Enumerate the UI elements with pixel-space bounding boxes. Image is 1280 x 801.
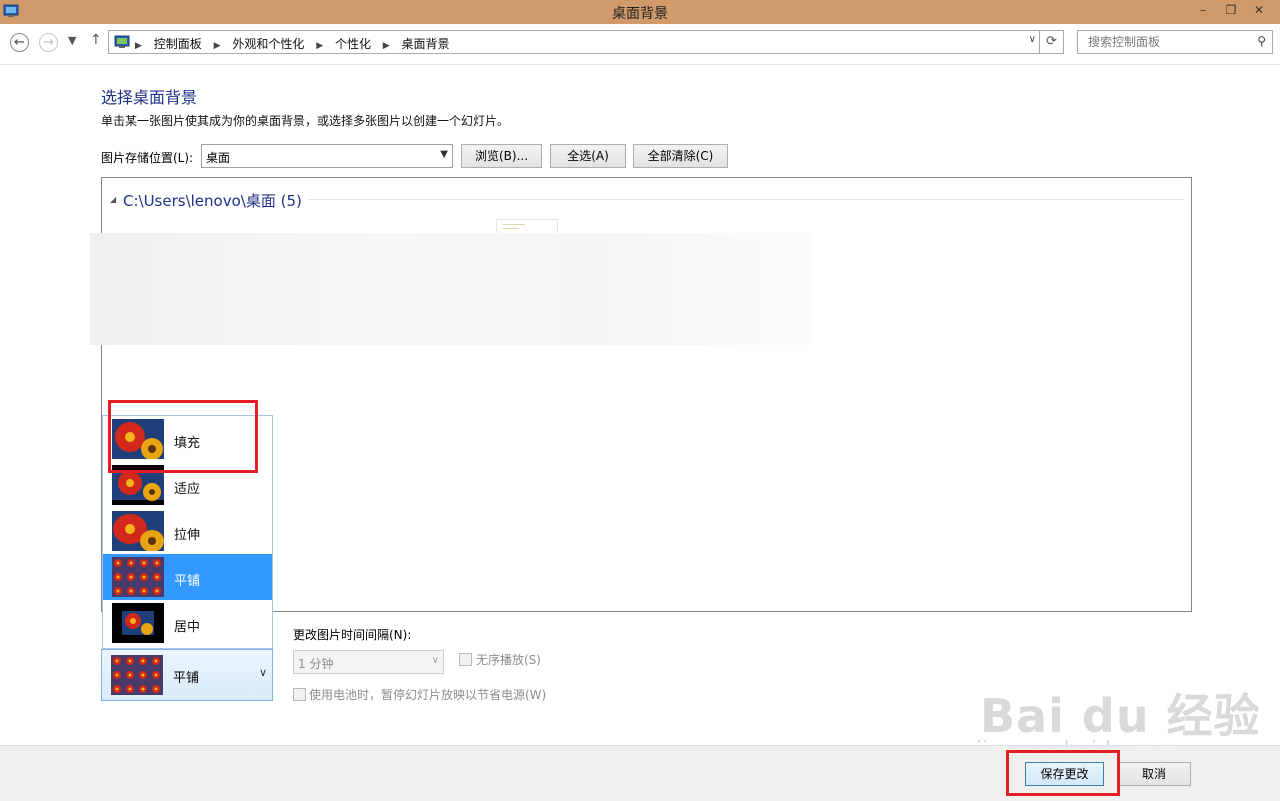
search-box[interactable]: ⚲ [1077,30,1273,54]
interval-label: 更改图片时间间隔(N): [293,628,412,642]
browse-button[interactable]: 浏览(B)... [461,144,542,168]
address-dropdown-chevron-icon[interactable]: ∨ [1029,34,1036,45]
folder-group-title[interactable]: C:\Users\lenovo\桌面 (5) [123,190,302,211]
search-input[interactable] [1086,34,1250,50]
recent-locations-chevron-icon[interactable]: ▼ [68,34,76,47]
picture-position-value: 平铺 [173,671,200,686]
menu-item-label: 拉伸 [174,528,201,543]
refresh-button[interactable]: ⟳ [1040,30,1064,54]
select-all-button[interactable]: 全选(A) [550,144,626,168]
center-thumbnail-icon [112,603,164,643]
control-panel-icon [114,35,130,48]
close-button[interactable]: ✕ [1245,0,1273,22]
interval-select[interactable]: 1 分钟 ∨ [293,650,444,674]
up-arrow-icon[interactable]: ↑ [90,32,102,48]
battery-pause-label: 使用电池时，暂停幻灯片放映以节省电源(W) [309,688,547,702]
picture-location-label: 图片存储位置(L): [101,151,194,165]
menu-item-label: 平铺 [174,574,201,589]
restore-button[interactable]: ❐ [1217,0,1245,22]
breadcrumb-appearance[interactable]: 外观和个性化 [232,37,304,51]
title-bar: 桌面背景 – ❐ ✕ [0,0,1280,25]
baidu-watermark: Bai du 经验 jingyan.baidu.com [976,680,1261,763]
blurred-thumbnails [90,233,810,345]
navigation-bar: ← → ▼ ↑ ▶ 控制面板 ▶ 外观和个性化 ▶ 个性化 ▶ 桌面背景 ∨ ⟳… [0,24,1280,65]
breadcrumb-control-panel[interactable]: 控制面板 [154,37,202,51]
document-thumbnail[interactable] [496,219,558,234]
shuffle-label: 无序播放(S) [476,653,541,667]
window-title: 桌面背景 [612,6,668,22]
page-title: 选择桌面背景 [101,88,198,107]
breadcrumb: ▶ 控制面板 ▶ 外观和个性化 ▶ 个性化 ▶ 桌面背景 [135,35,454,52]
breadcrumb-personalization[interactable]: 个性化 [335,37,371,51]
tile-thumbnail-icon [112,557,164,597]
interval-value: 1 分钟 [298,657,334,671]
cancel-button[interactable]: 取消 [1117,762,1191,786]
picture-position-select[interactable]: 平铺 ∨ [101,649,273,701]
breadcrumb-separator-icon: ▶ [213,41,221,51]
picture-location-value: 桌面 [206,151,231,165]
battery-pause-checkbox[interactable] [293,688,306,701]
highlight-box-save [1006,750,1120,796]
breadcrumb-separator-icon: ▶ [135,41,142,51]
breadcrumb-separator-icon: ▶ [382,41,390,51]
chevron-down-icon: ∨ [258,666,267,679]
address-bar[interactable]: ▶ 控制面板 ▶ 外观和个性化 ▶ 个性化 ▶ 桌面背景 ∨ [108,30,1040,54]
page-description: 单击某一张图片使其成为你的桌面背景，或选择多张图片以创建一个幻灯片。 [101,114,510,128]
collapse-group-icon[interactable]: ◢ [110,195,116,204]
minimize-button[interactable]: – [1189,0,1217,22]
back-button[interactable]: ← [10,33,29,52]
menu-item-label: 居中 [174,620,201,635]
clear-all-button[interactable]: 全部清除(C) [633,144,728,168]
picture-location-select[interactable]: 桌面 ▼ [201,144,453,168]
watermark-logo: Bai du 经验 [980,689,1261,743]
search-icon[interactable]: ⚲ [1257,34,1266,48]
chevron-down-icon: ∨ [431,655,439,666]
breadcrumb-separator-icon: ▶ [316,41,324,51]
highlight-box-fill [108,400,258,473]
chevron-down-icon: ▼ [440,149,448,160]
menu-item-tile[interactable]: 平铺 [103,554,272,600]
forward-button[interactable]: → [39,33,58,52]
menu-item-center[interactable]: 居中 [103,600,272,646]
menu-item-stretch[interactable]: 拉伸 [103,508,272,554]
shuffle-checkbox[interactable] [459,653,472,666]
menu-item-label: 适应 [174,482,201,497]
tile-thumbnail-icon [111,655,163,695]
stretch-thumbnail-icon [112,511,164,551]
breadcrumb-desktop-background[interactable]: 桌面背景 [402,37,450,51]
group-divider [308,199,1184,200]
